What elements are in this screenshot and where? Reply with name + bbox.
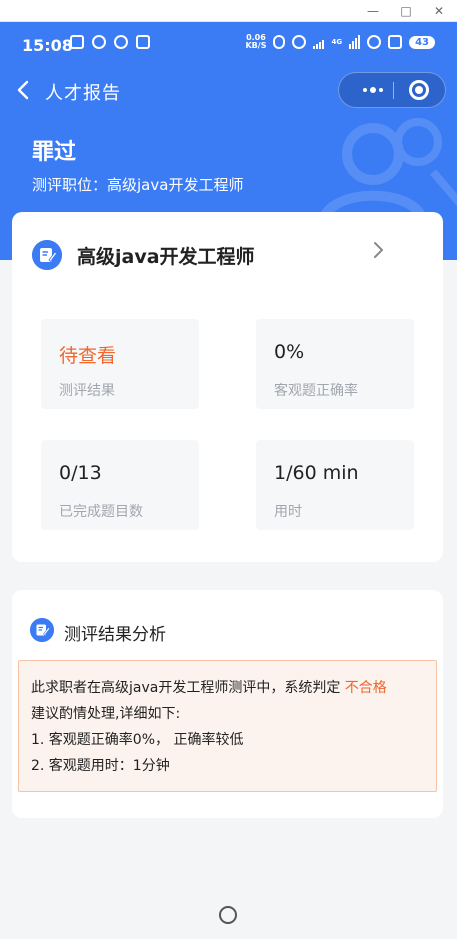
nav-title: 人才报告: [45, 83, 121, 104]
candidate-name: 罪过: [32, 140, 77, 165]
system-status-icons: 0.06 KB/S 4G 43: [245, 34, 435, 50]
nav-bar: 人才报告: [0, 68, 457, 112]
stat-result: 待查看 测评结果: [41, 319, 199, 409]
analysis-title: 测评结果分析: [64, 625, 166, 645]
network-speed: 0.06 KB/S: [245, 33, 267, 50]
stat-label: 用时: [274, 504, 302, 520]
analysis-card: 测评结果分析 此求职者在高级java开发工程师测评中，系统判定 不合格 建议酌情…: [12, 590, 443, 818]
stat-value: 1/60 min: [274, 462, 359, 484]
summary-card[interactable]: 高级java开发工程师 待查看 测评结果 0% 客观题正确率 0/13 已完成题…: [12, 212, 443, 562]
analysis-line-2: 建议酌情处理,详细如下:: [31, 706, 181, 722]
vibrate-icon: [273, 35, 286, 49]
alarm-icon: [292, 35, 307, 49]
people-watermark-icon: [318, 118, 457, 222]
position-line: 测评职位：高级java开发工程师: [32, 174, 243, 195]
sync-icon: [114, 35, 128, 49]
stat-label: 测评结果: [59, 383, 115, 399]
wifi-signal-icon: [313, 35, 325, 49]
position-label: 测评职位：: [32, 176, 108, 194]
charging-icon: [388, 35, 403, 49]
notification-icons: [70, 35, 150, 49]
analysis-line-1: 此求职者在高级java开发工程师测评中，系统判定 不合格: [31, 675, 424, 701]
position-value: 高级java开发工程师: [107, 176, 244, 194]
more-icon[interactable]: [353, 73, 393, 107]
battery-level: 43: [409, 35, 435, 49]
analysis-box: 此求职者在高级java开发工程师测评中，系统判定 不合格 建议酌情处理,详细如下…: [18, 660, 437, 792]
close-window-button[interactable]: ✕: [430, 2, 448, 20]
cell-signal-icon: [349, 35, 361, 49]
mini-program-capsule: [338, 72, 446, 108]
card-title: 高级java开发工程师: [77, 246, 255, 268]
hd-icon: [367, 35, 382, 49]
stat-value: 0/13: [59, 462, 102, 484]
stat-value: 待查看: [59, 345, 117, 367]
stat-label: 客观题正确率: [274, 383, 358, 399]
stat-label: 已完成题目数: [59, 504, 143, 520]
usb-icon: [136, 35, 150, 49]
close-capsule-icon[interactable]: [409, 80, 429, 100]
minimize-button[interactable]: —: [364, 2, 382, 20]
window-titlebar: — □ ✕: [0, 0, 457, 22]
analysis-text: 此求职者在高级java开发工程师测评中，系统判定: [31, 680, 341, 696]
edit-note-icon: [30, 618, 54, 642]
analysis-line-4: 2. 客观题用时：1分钟: [31, 758, 170, 774]
home-indicator-icon[interactable]: [219, 906, 237, 924]
status-bar: 15:08 0.06 KB/S 4G 43: [0, 22, 457, 68]
app-notification-icon: [92, 35, 106, 49]
stat-accuracy: 0% 客观题正确率: [256, 319, 414, 409]
stat-completed: 0/13 已完成题目数: [41, 440, 199, 530]
chevron-right-icon[interactable]: [372, 240, 386, 260]
status-time: 15:08: [22, 36, 73, 55]
stat-time: 1/60 min 用时: [256, 440, 414, 530]
maximize-button[interactable]: □: [397, 2, 415, 20]
analysis-line-3: 1. 客观题正确率0%， 正确率较低: [31, 732, 244, 748]
back-icon[interactable]: [14, 80, 34, 100]
mail-icon: [70, 35, 84, 49]
edit-note-icon: [32, 240, 62, 270]
stat-value: 0%: [274, 341, 305, 363]
network-type: 4G: [331, 38, 343, 46]
capsule-divider: [393, 82, 394, 99]
verdict-text: 不合格: [344, 680, 387, 696]
